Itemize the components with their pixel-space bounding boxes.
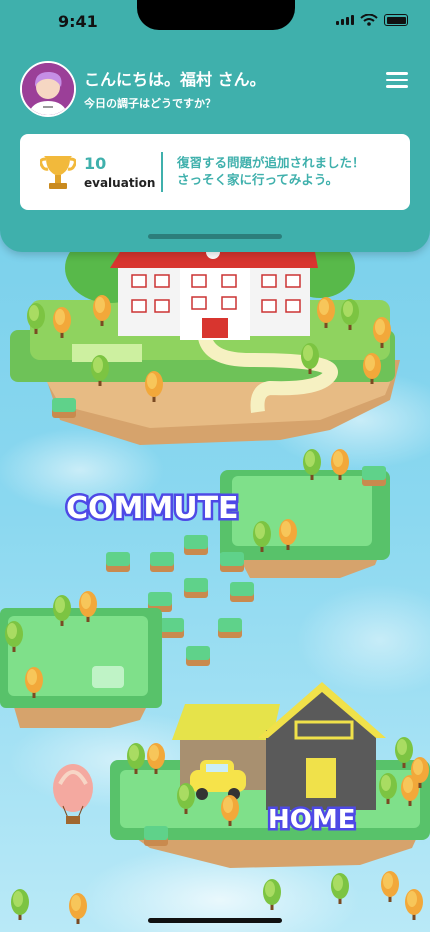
school-island xyxy=(10,233,400,445)
wifi-icon xyxy=(360,14,378,26)
battery-icon xyxy=(384,14,408,26)
signal-icon xyxy=(336,15,354,25)
home-island xyxy=(110,682,430,868)
commute-label[interactable]: COMMUTE xyxy=(60,484,270,529)
home-indicator xyxy=(148,918,282,923)
avatar-icon xyxy=(22,63,74,115)
evaluation-score: 10 xyxy=(84,154,107,173)
trophy-icon xyxy=(40,156,76,189)
evaluation-card[interactable]: 10 evaluation 復習する問題が追加されました！ さっそく家に行ってみ… xyxy=(20,134,410,210)
status-time: 9:41 xyxy=(58,12,98,31)
svg-text:COMMUTE: COMMUTE xyxy=(66,491,239,526)
menu-icon[interactable] xyxy=(386,72,408,88)
header-panel: 9:41 こんにちは。福村 さん。 今日の調子はどうですか？ 10 evalua… xyxy=(0,0,430,252)
notification-message: 復習する問題が追加されました！ さっそく家に行ってみよう。 xyxy=(177,154,365,188)
evaluation-label: evaluation xyxy=(84,176,156,190)
avatar[interactable] xyxy=(20,61,76,117)
status-icons xyxy=(336,14,408,26)
subtitle-text: 今日の調子はどうですか？ xyxy=(84,97,216,110)
home-label[interactable]: HOME xyxy=(262,796,382,840)
greeting-text: こんにちは。福村 さん。 xyxy=(84,70,266,89)
drawer-handle[interactable] xyxy=(148,234,282,239)
device-notch xyxy=(137,0,295,30)
notification-line-2: さっそく家に行ってみよう。 xyxy=(177,172,339,187)
notification-line-1: 復習する問題が追加されました！ xyxy=(177,155,365,170)
svg-text:HOME: HOME xyxy=(268,805,356,835)
park-island xyxy=(0,591,162,728)
card-divider xyxy=(161,152,163,192)
hot-air-balloon xyxy=(53,764,93,824)
